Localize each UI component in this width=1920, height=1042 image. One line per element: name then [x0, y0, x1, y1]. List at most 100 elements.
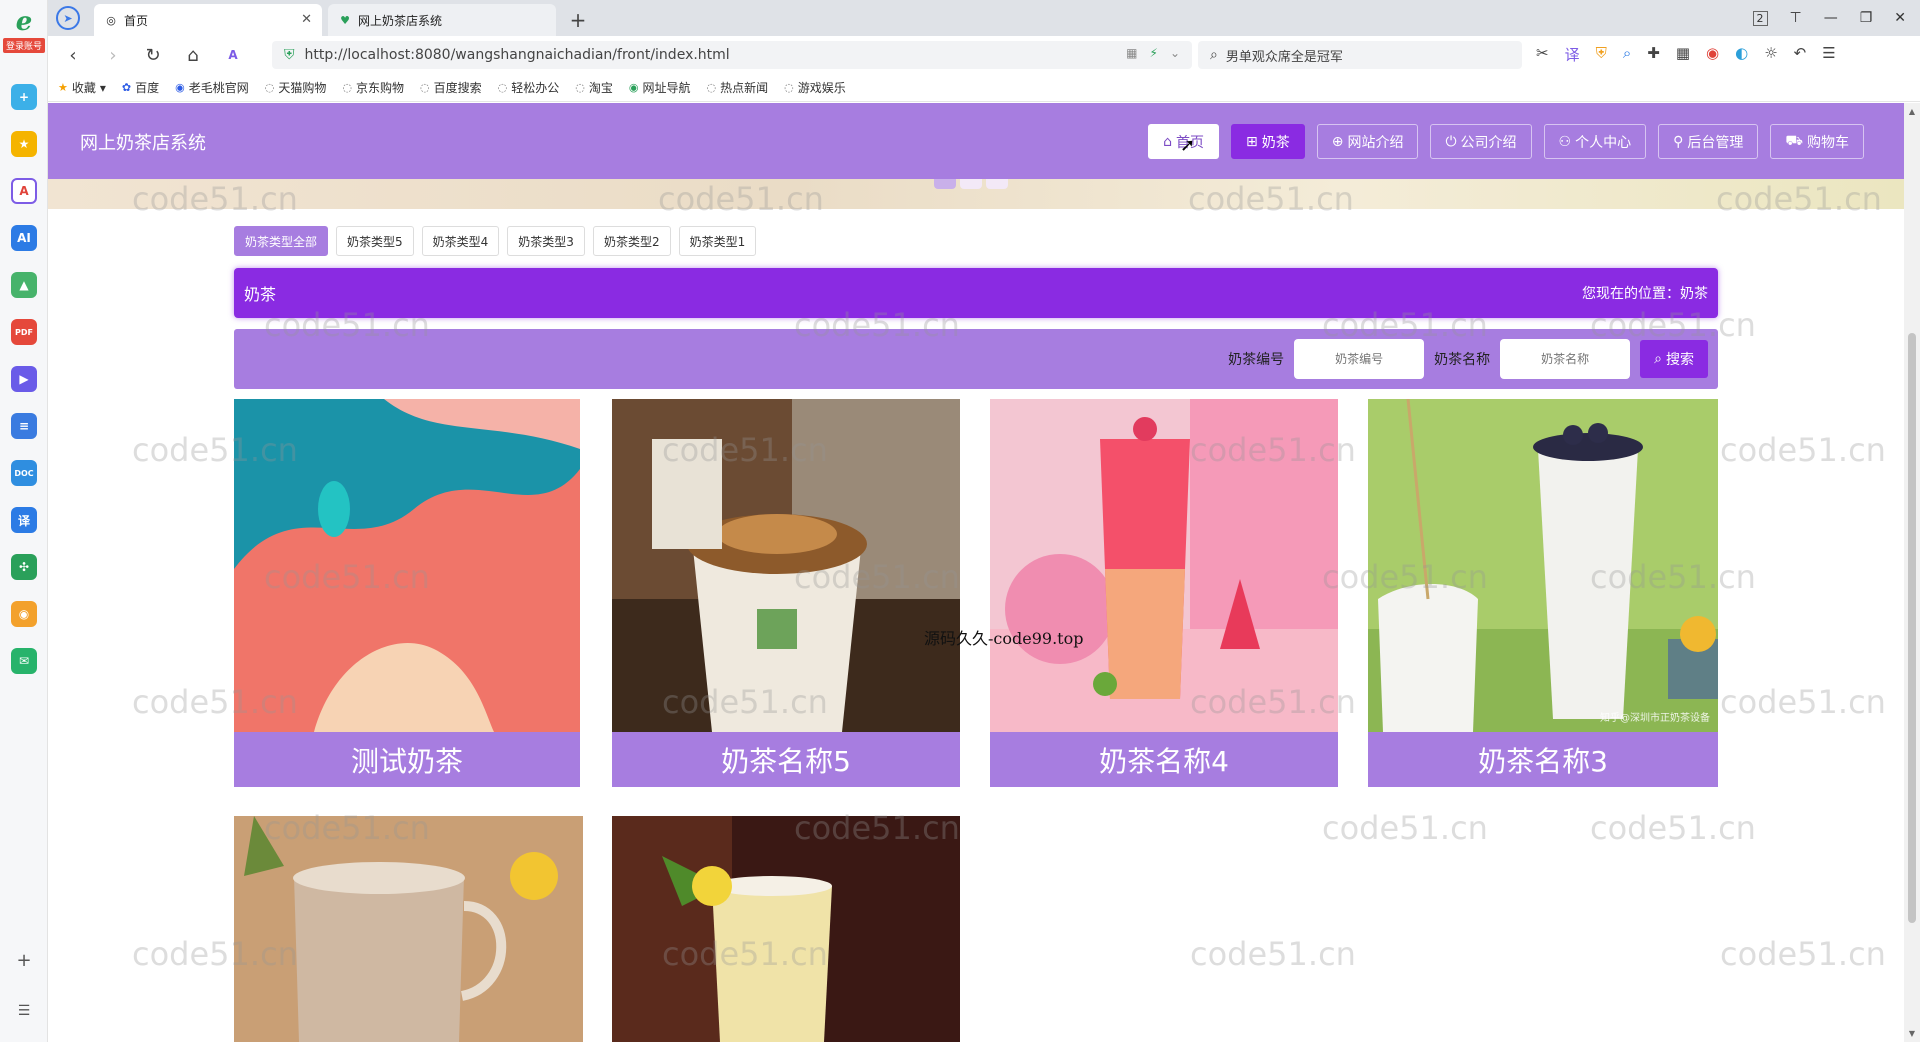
shield-icon[interactable]: ⛨	[1596, 44, 1607, 65]
category-tab-1[interactable]: 奶茶类型1	[678, 226, 757, 256]
product-card[interactable]: 奶茶名称4	[990, 399, 1338, 787]
bookmark-nav[interactable]: ◉ 网址导航	[629, 79, 691, 96]
bookmark-baidu-search[interactable]: ◌ 百度搜索	[420, 79, 482, 96]
product-card[interactable]: 知乎@深圳市正奶茶设备 奶茶名称3	[1368, 399, 1718, 787]
bookmark-office[interactable]: ◌ 轻松办公	[498, 79, 560, 96]
extension-icon[interactable]: ✚	[1647, 44, 1660, 65]
lightning-icon[interactable]: ⚡	[1150, 46, 1158, 60]
product-image[interactable]	[234, 399, 580, 732]
carousel-dots	[934, 179, 1008, 189]
magnifier-icon[interactable]: ⌕	[1623, 44, 1631, 65]
category-tab-all[interactable]: 奶茶类型全部	[234, 226, 329, 256]
tab-count-badge[interactable]: 2	[1752, 10, 1768, 26]
sidebar-notes-icon[interactable]: ≡	[11, 413, 37, 439]
sidebar-add-more-icon[interactable]: +	[0, 950, 48, 971]
bookmark-taobao[interactable]: ◌ 淘宝	[575, 79, 613, 96]
home-button[interactable]: ⌂	[178, 40, 208, 70]
chrome-icon[interactable]: ◉	[1706, 44, 1719, 65]
bookmark-tmall[interactable]: ◌ 天猫购物	[265, 79, 327, 96]
sidebar-ai-write-icon[interactable]: AI	[11, 225, 37, 251]
tab-title: 网上奶茶店系统	[358, 13, 443, 28]
nav-user-center[interactable]: ⚇ 个人中心	[1543, 124, 1647, 159]
category-tab-2[interactable]: 奶茶类型2	[592, 226, 671, 256]
nav-company-intro[interactable]: ⏻ 公司介绍	[1430, 124, 1532, 159]
bookmark-news[interactable]: ◌ 热点新闻	[707, 79, 769, 96]
menu-icon[interactable]: ☰	[1822, 44, 1835, 65]
page-scrollbar[interactable]: ▲ ▼	[1904, 103, 1920, 1042]
url-field[interactable]: ⛨ http://localhost:8080/wangshangnaichad…	[272, 41, 1192, 69]
back-button[interactable]: ‹	[58, 40, 88, 70]
nav-site-intro[interactable]: ⊕ 网站介绍	[1316, 124, 1419, 159]
brightness-icon[interactable]: ☼	[1764, 44, 1777, 65]
category-tab-4[interactable]: 奶茶类型4	[421, 226, 500, 256]
browser-logo[interactable]: ℯ 登录账号	[2, 8, 46, 60]
scissors-icon[interactable]: ✂	[1536, 44, 1549, 65]
browser-compass-icon[interactable]: ➤	[56, 6, 80, 30]
scroll-up-arrow[interactable]: ▲	[1904, 107, 1920, 116]
product-name[interactable]: 奶茶名称5	[612, 732, 960, 787]
tab-home[interactable]: ◎ 首页 ✕	[94, 4, 322, 36]
name-input[interactable]	[1500, 339, 1631, 379]
sidebar-star-icon[interactable]: ★	[11, 131, 37, 157]
apps-icon[interactable]: ▦	[1676, 44, 1690, 65]
sidebar-weibo-icon[interactable]: ◉	[11, 601, 37, 627]
bookmark-favorites[interactable]: ★ 收藏 ▾	[58, 79, 106, 96]
carousel-dot[interactable]	[934, 179, 956, 189]
scroll-down-arrow[interactable]: ▼	[1904, 1029, 1920, 1038]
code-input[interactable]	[1294, 339, 1425, 379]
forward-button[interactable]: ›	[98, 40, 128, 70]
sidebar-image-icon[interactable]: ▲	[11, 272, 37, 298]
sidebar-doc-icon[interactable]: DOC	[11, 460, 37, 486]
sidebar-video-icon[interactable]: ▶	[11, 366, 37, 392]
tab-milktea-system[interactable]: ♥ 网上奶茶店系统	[328, 4, 556, 36]
product-image[interactable]	[990, 399, 1338, 732]
product-image[interactable]: 知乎@深圳市正奶茶设备	[1368, 399, 1718, 732]
product-name[interactable]: 测试奶茶	[234, 732, 580, 787]
restore-button[interactable]: ❐	[1860, 10, 1873, 26]
new-tab-button[interactable]: +	[562, 4, 594, 36]
bookmark-games[interactable]: ◌ 游戏娱乐	[784, 79, 846, 96]
search-button[interactable]: ⌕ 搜索	[1640, 340, 1708, 378]
sidebar-add-icon[interactable]: +	[11, 84, 37, 110]
chevron-down-icon[interactable]: ⌄	[1170, 46, 1180, 60]
product-card[interactable]	[612, 816, 960, 1042]
category-tab-3[interactable]: 奶茶类型3	[507, 226, 585, 256]
sidebar-mail-icon[interactable]: ✉	[11, 648, 37, 674]
product-name[interactable]: 奶茶名称4	[990, 732, 1338, 787]
product-card[interactable]: 测试奶茶	[234, 399, 580, 787]
minimize-button[interactable]: —	[1824, 10, 1838, 26]
reload-button[interactable]: ↻	[138, 40, 168, 70]
qr-icon[interactable]: ▦	[1126, 46, 1137, 60]
undo-icon[interactable]: ↶	[1794, 44, 1807, 65]
sidebar-pdf-icon[interactable]: PDF	[11, 319, 37, 345]
category-tabs: 奶茶类型全部 奶茶类型5 奶茶类型4 奶茶类型3 奶茶类型2 奶茶类型1	[234, 226, 757, 256]
sidebar-ai-icon[interactable]: A	[11, 178, 37, 204]
nav-milktea[interactable]: ⊞ 奶茶	[1231, 124, 1305, 159]
edge-icon[interactable]: ◐	[1735, 44, 1748, 65]
product-card[interactable]	[234, 816, 583, 1042]
close-icon[interactable]: ✕	[301, 12, 312, 27]
product-image[interactable]	[612, 399, 960, 732]
scrollbar-thumb[interactable]	[1908, 333, 1916, 923]
browser-search-input[interactable]: ⌕ 男单观众席全是冠军	[1198, 41, 1522, 69]
product-card[interactable]: 奶茶名称5	[612, 399, 960, 787]
carousel-dot[interactable]	[986, 179, 1008, 189]
site-brand[interactable]: 网上奶茶店系统	[80, 129, 206, 155]
translate-icon[interactable]: 译	[1565, 44, 1580, 65]
sidebar-mindmap-icon[interactable]: ✣	[11, 554, 37, 580]
bookmark-laomaotao[interactable]: ◉ 老毛桃官网	[175, 79, 249, 96]
product-name[interactable]: 奶茶名称3	[1368, 732, 1718, 787]
ai-assistant-icon[interactable]: A	[218, 40, 248, 70]
bookmark-baidu[interactable]: ✿ 百度	[122, 79, 159, 96]
shirt-icon[interactable]: ⊤	[1790, 10, 1802, 26]
sidebar-list-icon[interactable]: ☰	[0, 1003, 48, 1019]
carousel-dot[interactable]	[960, 179, 982, 189]
nav-admin[interactable]: ⚲ 后台管理	[1658, 124, 1759, 159]
close-window-button[interactable]: ✕	[1894, 10, 1906, 26]
bookmark-jd[interactable]: ◌ 京东购物	[342, 79, 404, 96]
sidebar-translate-icon[interactable]: 译	[11, 507, 37, 533]
category-tab-5[interactable]: 奶茶类型5	[336, 226, 414, 256]
login-badge[interactable]: 登录账号	[2, 38, 45, 53]
nav-cart[interactable]: ⛟ 购物车	[1770, 124, 1864, 159]
globe-icon: ⊕	[1331, 133, 1344, 150]
